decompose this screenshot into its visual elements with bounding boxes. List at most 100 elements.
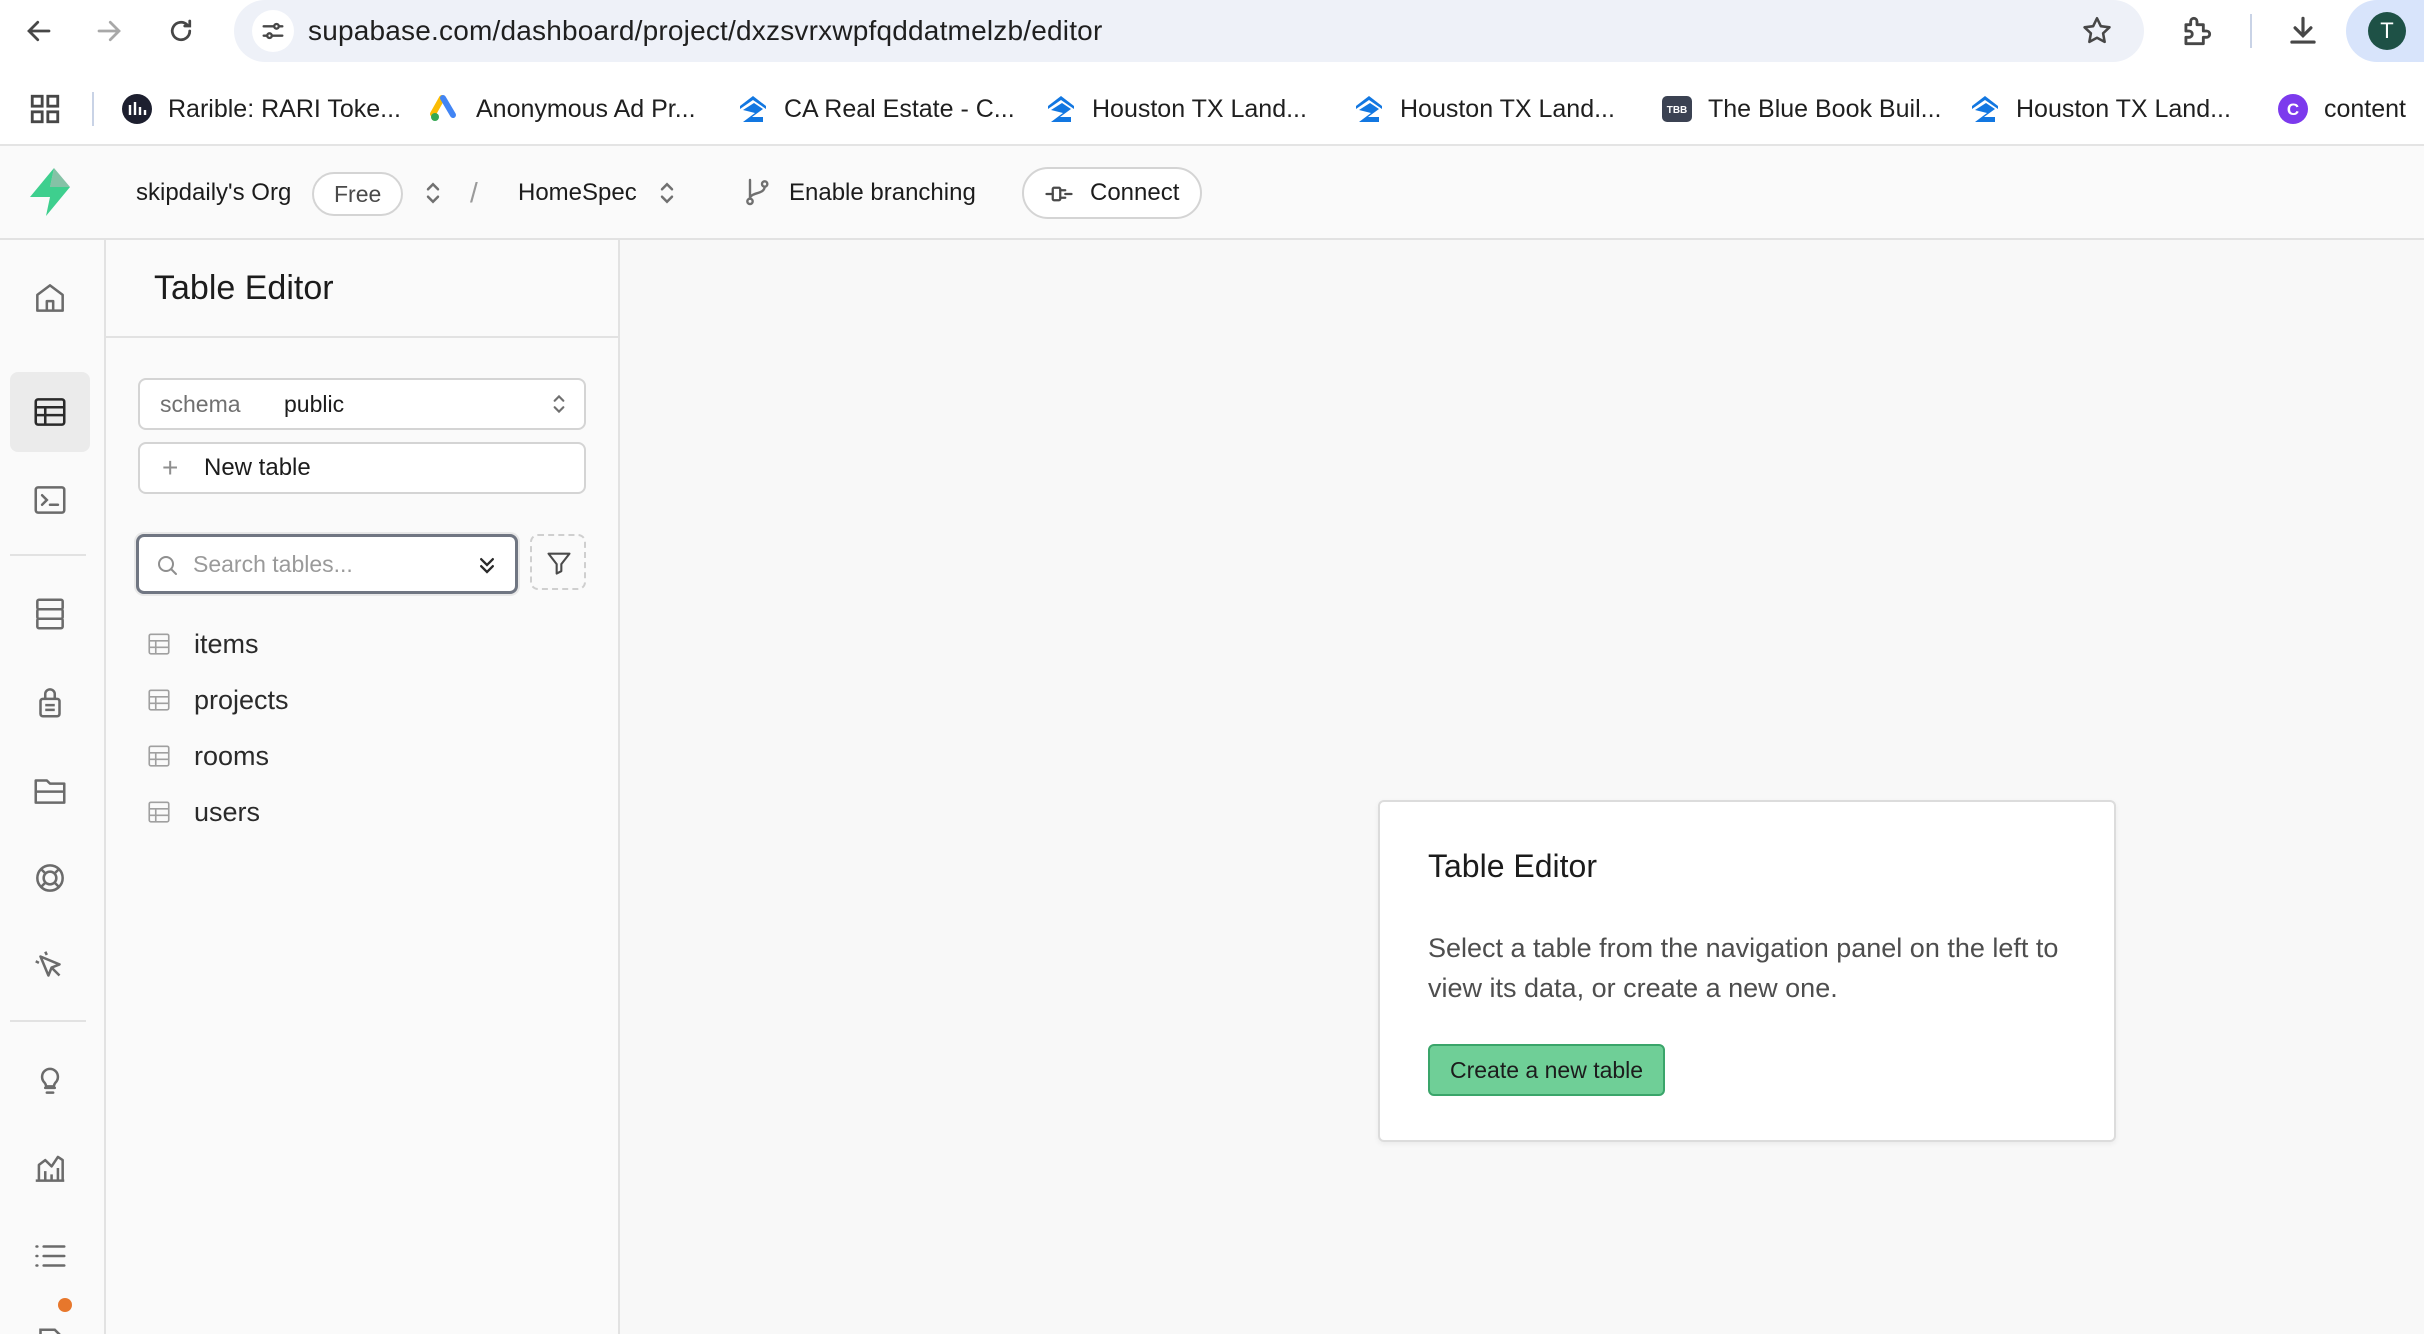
arrow-left-icon <box>27 20 51 42</box>
table-name: items <box>194 629 259 659</box>
table-name: users <box>194 797 261 827</box>
forward-button[interactable] <box>88 10 130 52</box>
arrow-right-icon <box>97 20 121 42</box>
functions-icon <box>36 864 64 892</box>
table-list-item[interactable]: projects <box>138 674 586 726</box>
org-name[interactable]: skipdaily's Org <box>136 146 291 240</box>
schema-selector[interactable]: schema public <box>138 378 586 430</box>
nav-sql-editor[interactable] <box>10 460 90 540</box>
google-ads-icon <box>428 92 462 126</box>
table-name: projects <box>194 685 289 715</box>
search-tables-box[interactable] <box>136 534 518 594</box>
chevrons-down-icon[interactable] <box>473 551 501 579</box>
table-list-item[interactable]: rooms <box>138 730 586 782</box>
bookmark-label: The Blue Book Buil... <box>1708 94 1942 123</box>
card-title: Table Editor <box>1428 848 1597 884</box>
bookmark-rarible[interactable]: Rarible: RARI Toke... <box>120 78 401 140</box>
rarible-icon <box>120 92 154 126</box>
bookmark-label: content <box>2324 94 2407 123</box>
reload-icon <box>170 19 192 42</box>
schema-label: schema <box>160 391 241 417</box>
table-icon <box>148 801 170 823</box>
empty-state-card: Table Editor Select a table from the nav… <box>1378 800 2116 1142</box>
nav-rail <box>0 240 106 1334</box>
tune-icon <box>262 22 284 40</box>
project-name[interactable]: HomeSpec <box>518 146 637 240</box>
bookmark-label: Houston TX Land... <box>1092 94 1307 123</box>
rail-divider <box>10 554 86 556</box>
url-text[interactable]: supabase.com/dashboard/project/dxzsvrxwp… <box>308 0 1102 62</box>
nav-logs[interactable] <box>10 1216 90 1296</box>
supabase-logo-icon[interactable] <box>22 164 78 220</box>
browser-toolbar: supabase.com/dashboard/project/dxzsvrxwp… <box>0 0 2424 62</box>
app-header: skipdaily's Org Free / HomeSpec Enable b… <box>0 146 2424 240</box>
nav-advisors[interactable] <box>10 1040 90 1120</box>
connect-button[interactable]: Connect <box>1022 167 1202 219</box>
rail-divider <box>10 1020 86 1022</box>
filter-icon <box>547 552 571 575</box>
schema-value: public <box>284 391 345 417</box>
nav-edge-functions[interactable] <box>10 838 90 918</box>
new-table-button[interactable]: + New table <box>138 442 586 494</box>
nav-reports[interactable] <box>10 1128 90 1208</box>
cursor-click-icon <box>35 951 61 977</box>
bookmark-star-icon[interactable] <box>2080 14 2114 48</box>
org-switcher-icon[interactable] <box>418 178 448 208</box>
profile-avatar[interactable]: T <box>2368 12 2406 50</box>
bookmarks-divider <box>92 92 94 126</box>
panel-divider <box>106 336 618 338</box>
create-table-button[interactable]: Create a new table <box>1428 1044 1666 1096</box>
bookmarks-bar: Rarible: RARI Toke... Anonymous Ad Pr...… <box>0 78 2424 140</box>
address-bar[interactable]: supabase.com/dashboard/project/dxzsvrxwp… <box>234 0 2144 62</box>
table-icon <box>34 398 66 426</box>
bookmark-houston-2[interactable]: Houston TX Land... <box>1352 78 1615 140</box>
reload-button[interactable] <box>160 10 202 52</box>
new-table-label: New table <box>204 454 311 481</box>
search-icon <box>158 556 177 575</box>
site-info-button[interactable] <box>252 10 294 52</box>
lock-icon <box>39 688 61 718</box>
zillow-icon <box>736 92 770 126</box>
download-icon[interactable] <box>2284 12 2322 50</box>
apps-grid-icon[interactable] <box>28 92 62 126</box>
extensions-icon[interactable] <box>2178 12 2216 50</box>
bookmark-houston-1[interactable]: Houston TX Land... <box>1044 78 1307 140</box>
terminal-icon <box>34 486 66 514</box>
nav-storage[interactable] <box>10 750 90 830</box>
nav-home[interactable] <box>10 258 90 338</box>
nav-database[interactable] <box>10 574 90 654</box>
bookmark-houston-3[interactable]: Houston TX Land... <box>1968 78 2231 140</box>
main-content: Table Editor Select a table from the nav… <box>620 240 2424 1334</box>
filter-button[interactable] <box>530 534 586 590</box>
project-switcher-icon[interactable] <box>652 178 682 208</box>
nav-table-editor[interactable] <box>10 372 90 452</box>
search-tables-input[interactable] <box>193 547 453 581</box>
storage-icon <box>34 779 66 804</box>
breadcrumb-separator: / <box>470 177 478 208</box>
plan-badge: Free <box>312 172 404 216</box>
bookmark-content[interactable]: C content <box>2276 78 2406 140</box>
tbb-favicon-text: TBB <box>1667 105 1688 116</box>
zillow-icon <box>1968 92 2002 126</box>
back-button[interactable] <box>18 10 60 52</box>
enable-branching-button[interactable]: Enable branching <box>789 146 976 240</box>
nav-api-docs[interactable] <box>10 1304 90 1334</box>
lightbulb-icon <box>40 1067 60 1094</box>
c-icon: C <box>2276 92 2310 126</box>
table-list-item[interactable]: users <box>138 786 586 838</box>
plus-icon: + <box>162 452 179 483</box>
c-favicon-text: C <box>2287 100 2299 119</box>
card-description: Select a table from the navigation panel… <box>1428 933 2059 1003</box>
table-name: rooms <box>194 741 270 771</box>
bookmark-anonymous-ad[interactable]: Anonymous Ad Pr... <box>428 78 696 140</box>
tbb-icon: TBB <box>1660 92 1694 126</box>
bookmark-ca-real-estate[interactable]: CA Real Estate - C... <box>736 78 1015 140</box>
git-branch-icon <box>746 178 769 206</box>
bookmark-blue-book[interactable]: TBB The Blue Book Buil... <box>1660 78 1941 140</box>
plug-icon <box>1045 186 1073 202</box>
bookmark-label: Houston TX Land... <box>2016 94 2231 123</box>
nav-realtime[interactable] <box>10 926 90 1006</box>
panel-title: Table Editor <box>154 269 334 307</box>
nav-authentication[interactable] <box>10 662 90 742</box>
table-list-item[interactable]: items <box>138 618 586 670</box>
